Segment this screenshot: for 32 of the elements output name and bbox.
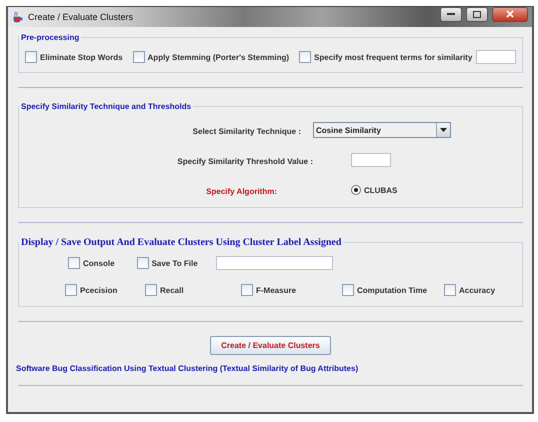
checkbox[interactable]: Console [68,257,115,269]
field-label: Select Similarity Technique : [192,127,301,136]
maximize-button[interactable] [466,6,488,22]
footer-text: Software Bug Classification Using Textual Clustering (Textual Similarity of Bug Attributes) [16,364,360,373]
checkbox[interactable]: Apply Stemming (Porter's Stemming) [132,51,290,63]
threshold-field[interactable] [351,153,391,167]
minimize-button[interactable] [440,6,462,22]
close-button[interactable] [492,6,528,22]
checkbox[interactable]: Save To File [136,257,198,269]
window-title: Create / Evaluate Clusters [28,12,134,22]
checkbox[interactable]: Recall [145,284,241,296]
radio-button[interactable]: CLUBAS [351,185,398,195]
checkbox[interactable]: Accuracy [444,284,534,296]
minimize-icon [447,12,455,16]
checkbox[interactable]: Eliminate Stop Words [25,51,123,63]
checkbox[interactable]: Pcecision [65,284,145,296]
field-label: Specify Similarity Threshold Value : [177,157,313,166]
group-title: Display / Save Output And Evaluate Clusters Using Cluster Label Assigned [20,237,342,248]
create-clusters-button[interactable]: Create / Evaluate Clusters [210,336,331,355]
checkbox[interactable]: Specify most frequent terms for similarity [299,51,472,63]
close-icon [506,10,514,18]
caret-icon [440,128,447,132]
file-path-field[interactable] [216,256,333,270]
input-field[interactable] [476,50,516,64]
maximize-icon [473,10,481,18]
coffee-cup-icon [12,11,24,23]
checkbox[interactable]: F-Measure [241,284,342,296]
checkbox[interactable]: Computation Time [342,284,444,296]
technique-dropdown[interactable]: Cosine Similarity [313,122,451,138]
group-title: Pre-processing [20,33,80,42]
field-label: Specify Algorithm: [206,187,277,196]
group-title: Specify Similarity Technique and Thresholds [20,102,192,111]
